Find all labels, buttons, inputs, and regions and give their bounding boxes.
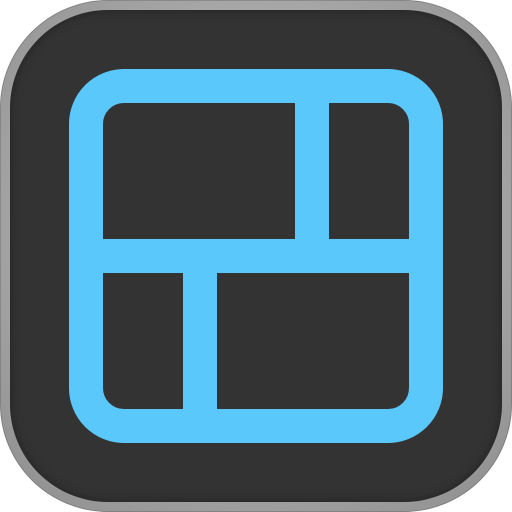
app-icon[interactable] [0, 0, 512, 512]
collage-layout-icon [69, 69, 443, 443]
app-icon-canvas [0, 0, 512, 512]
